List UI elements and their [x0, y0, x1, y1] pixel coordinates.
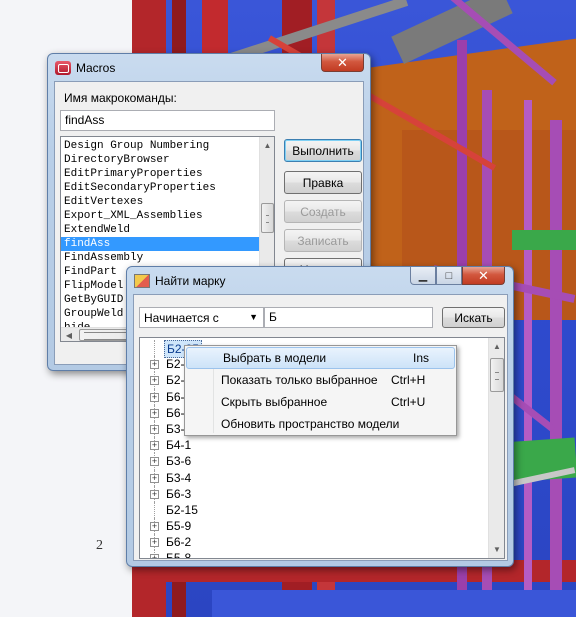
tree-item[interactable]: + Б5-9 — [140, 518, 488, 535]
tree-item[interactable]: + Б4-1 — [140, 437, 488, 454]
tree-vscrollbar[interactable]: ▲ ▼ — [488, 338, 504, 558]
menu-item-label: Показать только выбранное — [221, 373, 378, 387]
expand-plus-icon[interactable]: + — [150, 408, 159, 418]
list-item[interactable]: Design Group Numbering — [61, 139, 259, 153]
minimize-button[interactable]: ▁ — [410, 267, 436, 285]
model-ground — [212, 590, 576, 617]
menu-item-hide-selected[interactable]: Скрыть выбранное Ctrl+U — [185, 391, 456, 413]
macros-titlebar[interactable]: Macros ✕ — [48, 54, 370, 82]
list-item[interactable]: EditSecondaryProperties — [61, 181, 259, 195]
menu-item-label: Обновить пространство модели — [221, 417, 400, 431]
list-item[interactable]: findAss — [61, 237, 259, 251]
record-button[interactable]: Записать — [284, 229, 362, 252]
tree-item[interactable]: + Б3-6 — [140, 453, 488, 470]
tree-item[interactable]: + Б6-2 — [140, 534, 488, 551]
expand-plus-icon[interactable]: + — [150, 473, 159, 483]
list-item[interactable]: DirectoryBrowser — [61, 153, 259, 167]
menu-item-label: Выбрать в модели — [223, 351, 327, 365]
scroll-down-arrow-icon[interactable]: ▼ — [489, 541, 504, 558]
mark-search-input[interactable]: Б — [264, 307, 433, 328]
expand-plus-icon[interactable]: + — [150, 522, 159, 532]
close-button[interactable]: ✕ — [321, 54, 364, 72]
tree-item-label: Б2-15 — [166, 502, 198, 517]
menu-item-shortcut: Ctrl+H — [391, 373, 426, 387]
tree-item[interactable]: + Б6-3 — [140, 485, 488, 502]
list-item[interactable]: Export_XML_Assemblies — [61, 209, 259, 223]
tree-item-label: Б3-4 — [166, 470, 192, 485]
macro-name-label: Имя макрокоманды: — [64, 91, 177, 105]
maximize-button[interactable]: □ — [436, 267, 462, 285]
menu-item-select-in-model[interactable]: Выбрать в модели Ins — [186, 347, 455, 369]
search-mode-value: Начинается с — [144, 311, 219, 325]
edit-button[interactable]: Правка — [284, 171, 362, 194]
search-button[interactable]: Искать — [442, 307, 505, 328]
macro-name-input[interactable]: findAss — [60, 110, 275, 131]
tree-item-label: Б4-1 — [166, 438, 192, 453]
expand-plus-icon[interactable]: + — [150, 538, 159, 548]
tree-item-label: Б3-6 — [166, 454, 192, 469]
scroll-thumb[interactable] — [490, 358, 504, 392]
tree-item[interactable]: + Б5-8 — [140, 550, 488, 559]
create-button[interactable]: Создать — [284, 200, 362, 223]
list-item[interactable]: EditVertexes — [61, 195, 259, 209]
scroll-left-arrow-icon[interactable]: ◀ — [61, 328, 77, 341]
scroll-up-arrow-icon[interactable]: ▲ — [489, 338, 504, 355]
tree-connector-line — [154, 340, 155, 357]
page-number: 2 — [96, 538, 103, 553]
tree-item-label: Б6-2 — [166, 535, 192, 550]
menu-item-shortcut: Ctrl+U — [391, 395, 426, 409]
search-mode-select[interactable]: Начинается с ▼ — [139, 307, 264, 328]
tree-item-label: Б5-8 — [166, 551, 192, 559]
tree-item[interactable]: + Б3-4 — [140, 469, 488, 486]
tree-item[interactable]: Б2-15 — [140, 501, 488, 519]
tree-connector-line — [154, 501, 155, 519]
expand-plus-icon[interactable]: + — [150, 424, 159, 434]
scroll-up-arrow-icon[interactable]: ▲ — [260, 137, 274, 154]
list-item[interactable]: EditPrimaryProperties — [61, 167, 259, 181]
expand-plus-icon[interactable]: + — [150, 376, 159, 386]
menu-item-refresh-model[interactable]: Обновить пространство модели — [185, 413, 456, 435]
tree-item-label: Б6-3 — [166, 486, 192, 501]
chevron-down-icon: ▼ — [249, 312, 258, 322]
list-item[interactable]: ExtendWeld — [61, 223, 259, 237]
model-column — [550, 120, 562, 617]
close-button[interactable]: ✕ — [462, 267, 505, 285]
run-button[interactable]: Выполнить — [284, 139, 362, 162]
minimize-icon: ▁ — [418, 270, 428, 282]
menu-item-shortcut: Ins — [413, 351, 430, 365]
find-titlebar[interactable]: Найти марку ▁ □ ✕ — [127, 267, 513, 295]
context-menu: Выбрать в модели Ins Показать только выб… — [184, 345, 457, 436]
expand-plus-icon[interactable]: + — [150, 392, 159, 402]
close-icon: ✕ — [337, 54, 348, 70]
expand-plus-icon[interactable]: + — [150, 489, 159, 499]
maximize-icon: □ — [445, 269, 453, 282]
tree-item-label: Б5-9 — [166, 519, 192, 534]
model-column — [524, 100, 532, 600]
scroll-thumb[interactable] — [261, 203, 274, 233]
find-window-title: Найти марку — [155, 274, 226, 288]
find-app-icon — [134, 274, 150, 288]
expand-plus-icon[interactable]: + — [150, 457, 159, 467]
macros-window-title: Macros — [76, 61, 116, 75]
menu-item-label: Скрыть выбранное — [221, 395, 328, 409]
expand-plus-icon[interactable]: + — [150, 554, 159, 558]
list-item[interactable]: FindAssembly — [61, 251, 259, 265]
macros-app-icon — [55, 61, 71, 75]
expand-plus-icon[interactable]: + — [150, 360, 159, 370]
expand-plus-icon[interactable]: + — [150, 441, 159, 451]
model-beam — [512, 230, 576, 250]
menu-item-show-only-selected[interactable]: Показать только выбранное Ctrl+H — [185, 369, 456, 391]
close-icon: ✕ — [478, 267, 489, 283]
